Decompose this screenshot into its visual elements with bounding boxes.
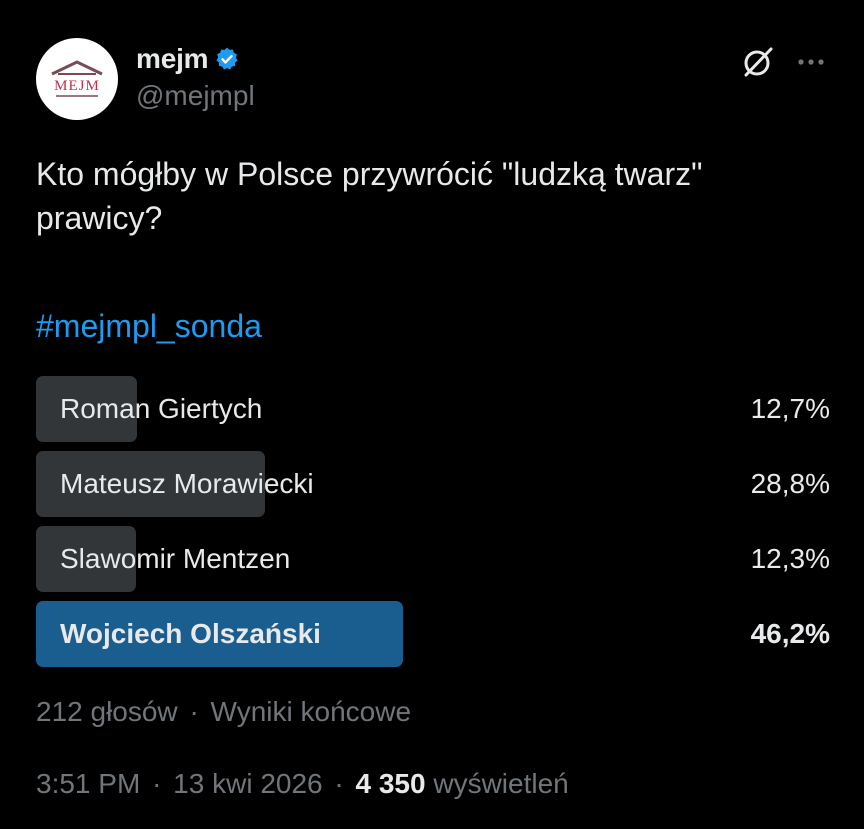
poll-option: Roman Giertych 12,7% [36, 376, 830, 442]
post-meta: 3:51 PM · 13 kwi 2026 · 4 350 wyświetleń [36, 762, 569, 806]
post-text: Kto mógłby w Polsce przywrócić "ludzką t… [36, 156, 703, 236]
poll-votes: 212 głosów [36, 696, 178, 727]
poll-option-percent: 12,7% [750, 393, 830, 424]
separator-dot: · [334, 768, 344, 799]
author-block: mejm @mejmpl [136, 40, 255, 112]
poll-option-label: Wojciech Olszański [60, 618, 321, 649]
poll-footer: 212 głosów · Wyniki końcowe [36, 690, 411, 734]
poll-option-label: Roman Giertych [60, 393, 263, 424]
poll-option-percent: 46,2% [750, 618, 830, 649]
top-actions [740, 44, 828, 80]
separator-dot: · [152, 768, 162, 799]
display-name[interactable]: mejm [136, 43, 209, 75]
post-date[interactable]: 13 kwi 2026 [173, 768, 322, 799]
handle[interactable]: @mejmpl [136, 80, 255, 112]
poll-option-label: Mateusz Morawiecki [60, 468, 314, 499]
mejm-logo: MEJM [51, 60, 103, 97]
svg-text:MEJM: MEJM [54, 78, 100, 94]
poll-option-percent: 28,8% [750, 468, 830, 499]
poll-option-percent: 12,3% [750, 543, 830, 574]
verified-badge-icon [216, 47, 238, 70]
more-options-icon[interactable] [794, 45, 828, 79]
hashtag-link[interactable]: #mejmpl_sonda [36, 304, 262, 348]
poll-option: Slawomir Mentzen 12,3% [36, 526, 830, 592]
avatar[interactable]: MEJM [36, 38, 118, 120]
views-label: wyświetleń [433, 768, 569, 799]
tweet: MEJM mejm @mejmpl Kto mógłby w Polsce pr… [0, 0, 864, 829]
grok-icon[interactable] [740, 44, 776, 80]
poll-option-label: Slawomir Mentzen [60, 543, 291, 574]
separator-dot: · [189, 696, 199, 727]
views-count[interactable]: 4 350 [356, 768, 426, 799]
poll-option: Mateusz Morawiecki 28,8% [36, 451, 830, 517]
poll: Roman Giertych 12,7% Mateusz Morawiecki … [36, 376, 830, 676]
poll-option-winner: Wojciech Olszański 46,2% [36, 601, 830, 667]
post-time[interactable]: 3:51 PM [36, 768, 140, 799]
poll-status: Wyniki końcowe [210, 696, 412, 727]
